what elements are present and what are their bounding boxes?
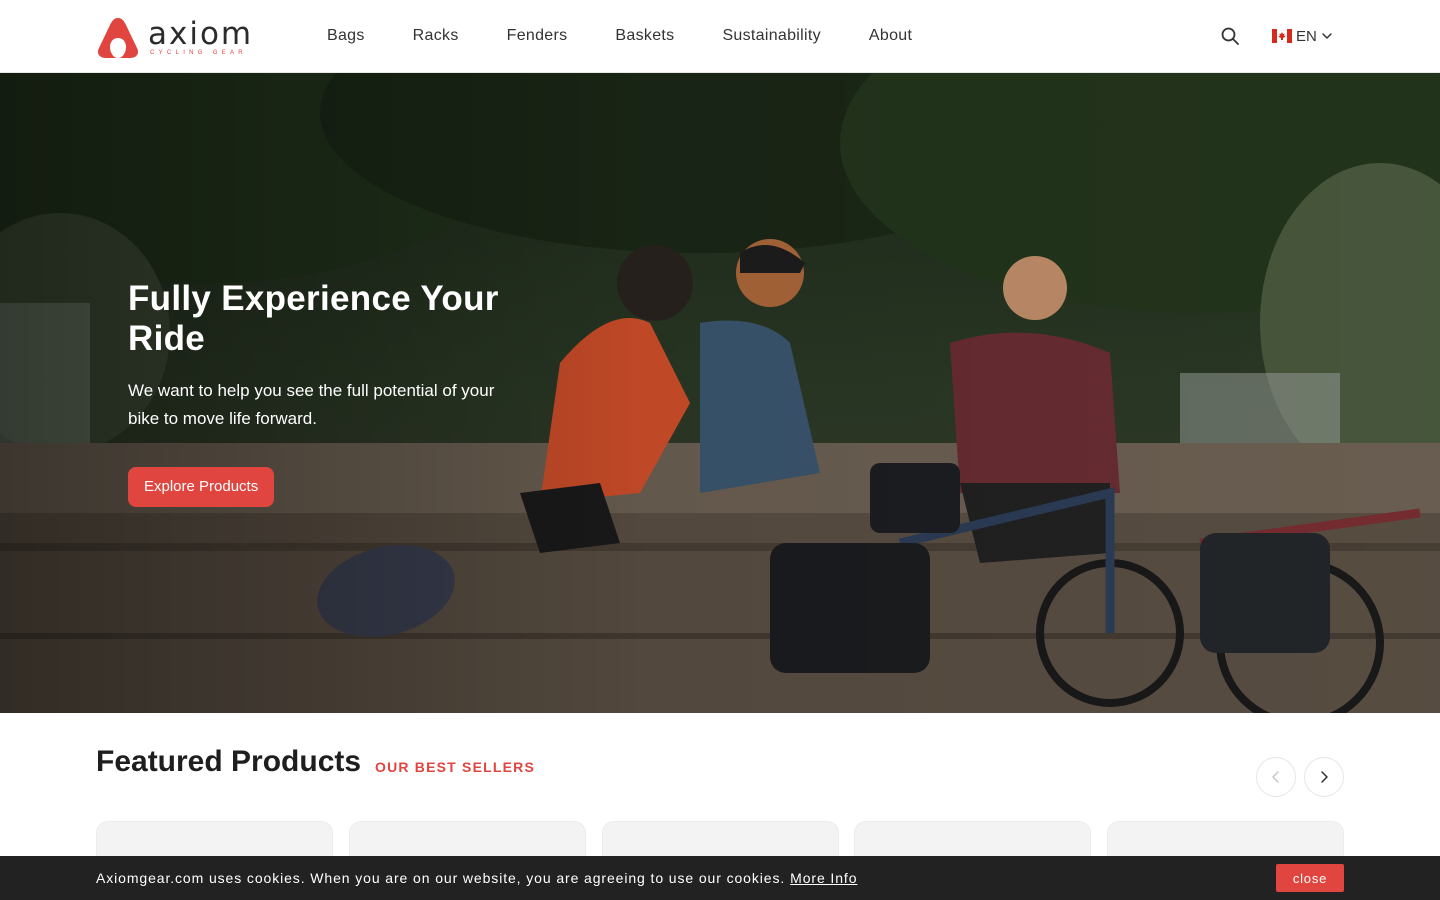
cookie-text: Axiomgear.com uses cookies. When you are… [96, 869, 857, 887]
hero-banner: Fully Experience Your Ride We want to he… [0, 73, 1440, 713]
site-header: axiom CYCLING GEAR Bags Racks Fenders Ba… [0, 0, 1440, 73]
nav-item-about[interactable]: About [869, 24, 912, 48]
nav-item-bags[interactable]: Bags [327, 24, 365, 48]
axiom-logo-icon [97, 18, 139, 58]
main-nav: Bags Racks Fenders Baskets Sustainabilit… [327, 24, 912, 48]
hero-title: Fully Experience Your Ride [128, 279, 499, 358]
nav-item-sustainability[interactable]: Sustainability [722, 24, 820, 48]
brand-logo[interactable]: axiom CYCLING GEAR [96, 15, 266, 59]
brand-name: axiom [148, 15, 254, 52]
carousel-prev-button[interactable] [1256, 757, 1296, 797]
language-selector[interactable]: EN [1272, 26, 1333, 46]
chevron-down-icon [1322, 33, 1332, 39]
chevron-left-icon [1272, 771, 1279, 783]
cookie-more-info-link[interactable]: More Info [790, 870, 857, 886]
explore-products-button[interactable]: Explore Products [128, 467, 275, 507]
nav-item-fenders[interactable]: Fenders [507, 24, 568, 48]
nav-item-racks[interactable]: Racks [413, 24, 459, 48]
search-button[interactable] [1220, 26, 1240, 46]
canada-flag-icon [1272, 29, 1292, 43]
featured-products-heading: Featured Products [96, 745, 362, 778]
logo-text: axiom CYCLING GEAR [148, 15, 254, 56]
hero-subtitle: We want to help you see the full potenti… [128, 381, 495, 428]
language-label: EN [1296, 27, 1317, 45]
cookie-close-button[interactable]: close [1276, 864, 1344, 892]
carousel-next-button[interactable] [1304, 757, 1344, 797]
hero-content: Fully Experience Your Ride We want to he… [128, 279, 548, 507]
cookie-message: Axiomgear.com uses cookies. When you are… [96, 870, 786, 886]
brand-tagline: CYCLING GEAR [150, 49, 247, 56]
nav-item-baskets[interactable]: Baskets [615, 24, 674, 48]
chevron-right-icon [1321, 771, 1328, 783]
search-icon [1221, 27, 1239, 45]
cookie-banner: Axiomgear.com uses cookies. When you are… [0, 856, 1440, 900]
best-sellers-tag: OUR BEST SELLERS [375, 759, 535, 775]
